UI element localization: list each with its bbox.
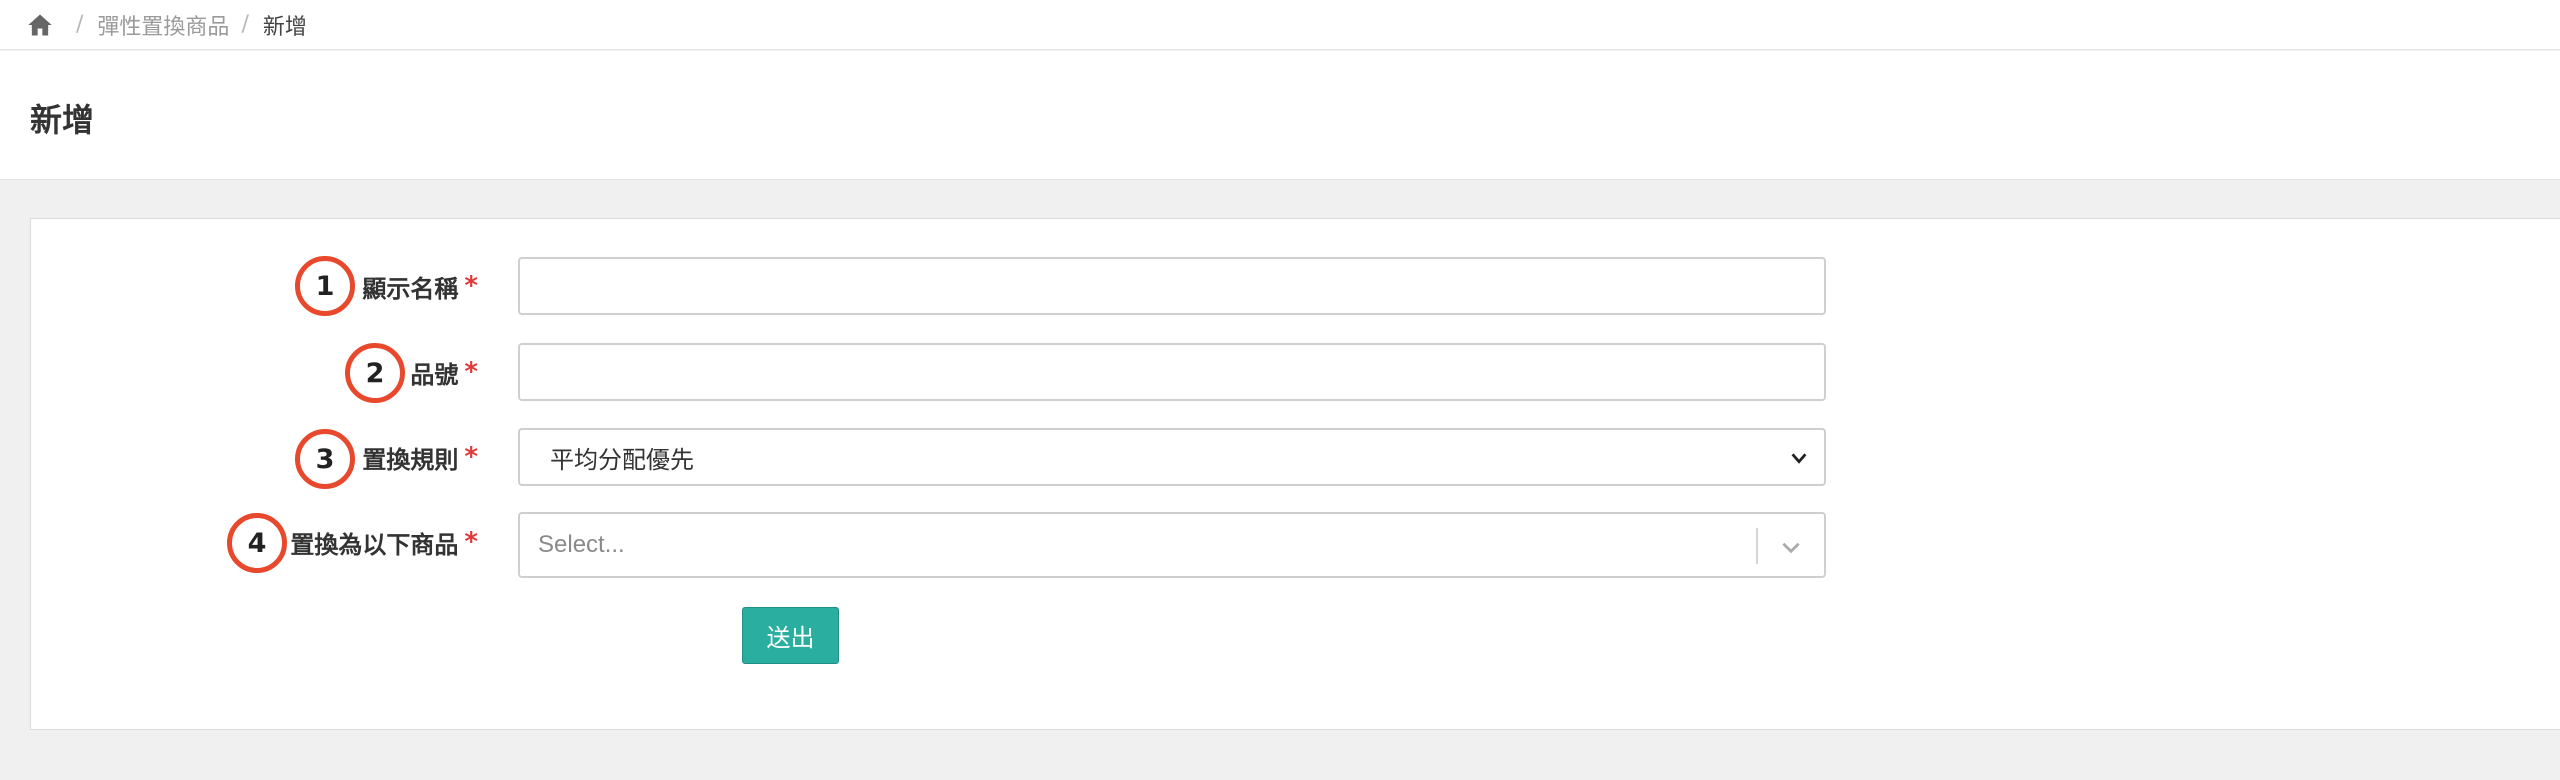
product-code-label-text: 品號 [410, 360, 459, 389]
submit-button[interactable]: 送出 [742, 607, 839, 664]
product-code-input[interactable] [518, 343, 1826, 401]
replace-products-placeholder: Select... [538, 531, 625, 558]
required-mark: * [464, 527, 478, 557]
replace-rule-selected-value: 平均分配優先 [550, 445, 694, 474]
replace-rule-select[interactable]: 平均分配優先 [518, 428, 1826, 486]
breadcrumb-separator: / [241, 12, 249, 37]
display-name-input[interactable] [518, 257, 1826, 315]
home-icon[interactable] [26, 11, 54, 39]
annotation-badge-1: 1 [295, 256, 355, 316]
select-divider [1756, 528, 1758, 564]
page-header: 新增 [0, 51, 2560, 180]
display-name-label-text: 顯示名稱 [362, 274, 459, 303]
chevron-down-icon[interactable] [1778, 534, 1804, 560]
replace-products-label: 置換為以下商品 * [290, 513, 478, 571]
required-mark: * [464, 271, 478, 301]
replace-rule-label: 置換規則 * [360, 428, 478, 486]
breadcrumb: / 彈性置換商品 / 新增 [0, 0, 2560, 50]
breadcrumb-current: 新增 [262, 14, 307, 40]
chevron-down-icon [1791, 453, 1807, 464]
product-code-label: 品號 * [410, 343, 478, 401]
breadcrumb-separator: / [76, 12, 84, 37]
annotation-badge-4: 4 [227, 513, 287, 573]
breadcrumb-parent-link[interactable]: 彈性置換商品 [97, 9, 229, 41]
replace-rule-label-text: 置換規則 [362, 445, 459, 474]
display-name-label: 顯示名稱 * [360, 257, 478, 315]
annotation-badge-2: 2 [345, 343, 405, 403]
page-title: 新增 [30, 101, 95, 139]
required-mark: * [464, 357, 478, 387]
replace-products-multiselect[interactable]: Select... [518, 512, 1826, 578]
annotation-badge-3: 3 [295, 429, 355, 489]
replace-products-label-text: 置換為以下商品 [290, 530, 459, 559]
required-mark: * [464, 442, 478, 472]
